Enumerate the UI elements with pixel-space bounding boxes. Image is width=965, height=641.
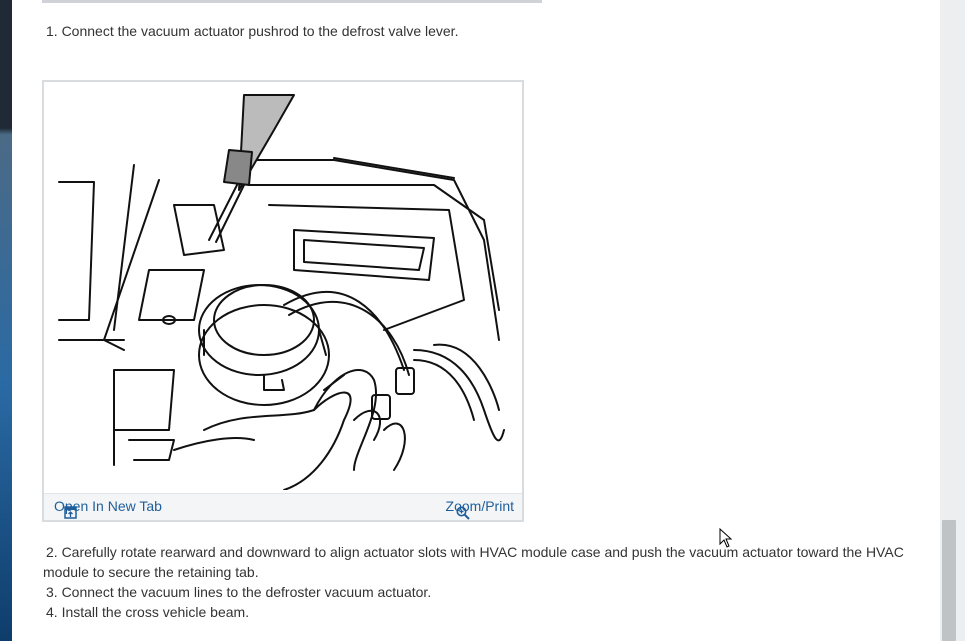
top-divider: [42, 0, 542, 3]
open-in-new-tab-link[interactable]: Open In New Tab: [54, 498, 162, 519]
zoom-icon: [456, 506, 470, 520]
scrollbar-thumb[interactable]: [942, 520, 956, 641]
vacuum-actuator-illustration: [58, 94, 505, 490]
step-3-text: 3. Connect the vacuum lines to the defro…: [46, 584, 432, 600]
open-in-new-tab-icon: [64, 506, 77, 519]
illustration-figure: Open In New Tab Zoom/Print: [42, 80, 524, 522]
figure-footer: Open In New Tab Zoom/Print: [44, 493, 522, 520]
step-2-text-line-2: module to secure the retaining tab.: [43, 564, 259, 580]
step-1-text: 1. Connect the vacuum actuator pushrod t…: [46, 23, 459, 39]
left-edge-window-strip: [0, 0, 12, 641]
step-4-text: 4. Install the cross vehicle beam.: [46, 604, 250, 620]
mouse-pointer-icon: [719, 528, 733, 548]
article-content: 1. Connect the vacuum actuator pushrod t…: [12, 0, 940, 641]
zoom-print-link[interactable]: Zoom/Print: [446, 498, 514, 520]
step-2-text-line-1: 2. Carefully rotate rearward and downwar…: [46, 544, 904, 560]
